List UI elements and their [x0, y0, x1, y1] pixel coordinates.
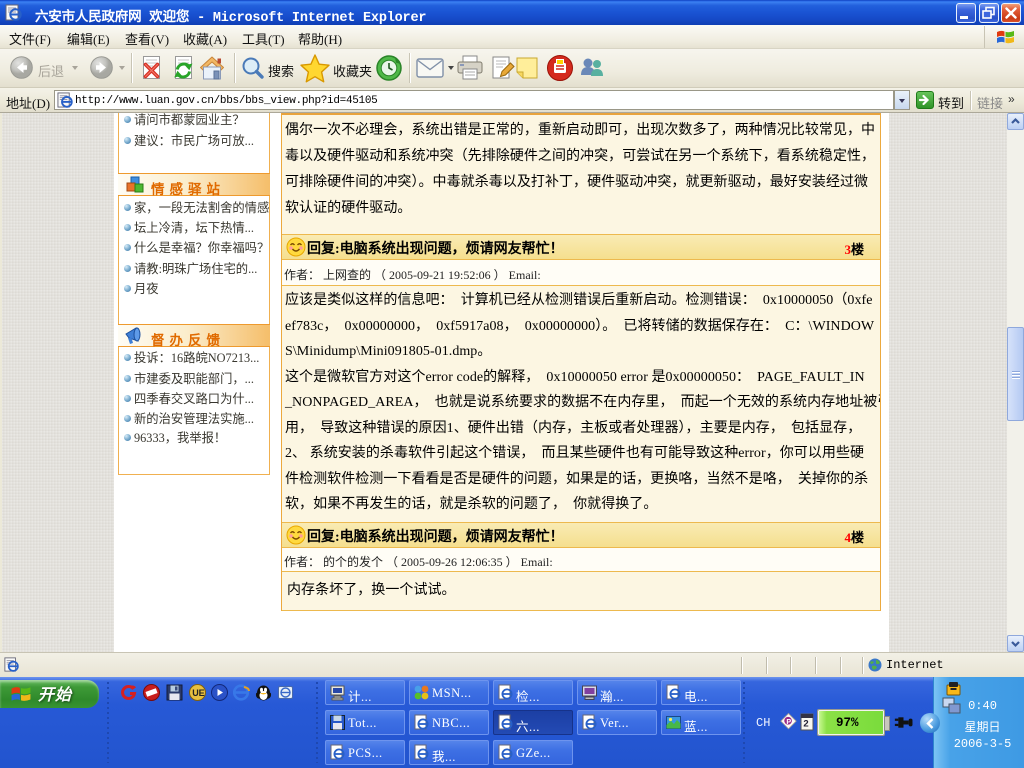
svg-text:UE: UE — [192, 688, 205, 698]
svg-text:P: P — [786, 718, 791, 726]
svg-text:2: 2 — [803, 719, 808, 730]
